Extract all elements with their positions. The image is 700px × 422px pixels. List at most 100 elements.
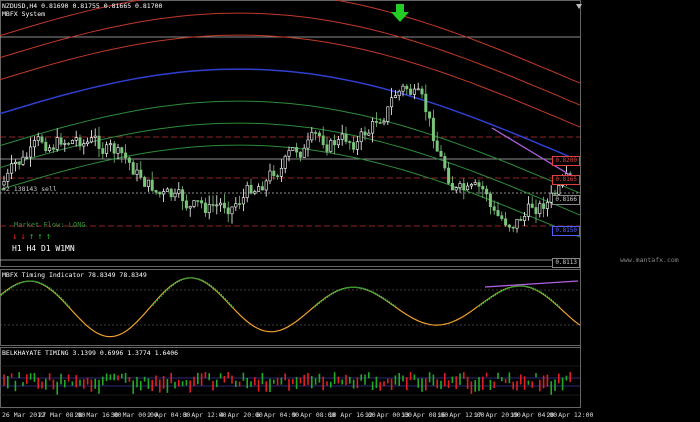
candle-body (188, 206, 192, 209)
candle-body (420, 88, 424, 95)
candle-body (492, 206, 496, 211)
green-up-arrow-icon: ↑ (28, 232, 35, 242)
candle-body (139, 169, 143, 178)
candle-body (74, 137, 78, 141)
candle-body (496, 210, 500, 216)
candle-body (393, 95, 397, 98)
timeframe-arrows: ↓ ↓ ↑ ↑ ↑ (12, 232, 54, 242)
candle-body (112, 143, 116, 154)
candle-body (416, 88, 420, 91)
candle-body (428, 111, 432, 119)
candle-body (325, 144, 329, 152)
candle-body (431, 117, 435, 142)
green-down-arrow-icon (391, 4, 409, 22)
candle-body (97, 135, 101, 149)
candle-body (526, 203, 530, 217)
candle-body (234, 203, 238, 208)
divergence-line-timing (484, 280, 579, 288)
candle-body (211, 204, 215, 206)
chart-canvas[interactable] (0, 0, 700, 422)
candle-body (264, 180, 268, 191)
candle-body (13, 161, 17, 164)
system-name-label: MBFX System (2, 10, 46, 18)
candle-body (184, 200, 188, 209)
tf-h1: H1 (12, 244, 22, 253)
candle-body (272, 170, 276, 177)
candle-body (359, 131, 363, 143)
candle-body (10, 163, 14, 174)
candle-body (302, 147, 306, 158)
candle-body (158, 191, 162, 195)
time-axis-label: 20 Apr 12:00 (546, 411, 594, 419)
candle-body (93, 135, 97, 138)
candle-body (348, 141, 352, 143)
candle-body (177, 189, 181, 194)
candle-body (143, 177, 147, 187)
candle-body (317, 132, 321, 137)
candle-body (82, 143, 86, 147)
upper-band-1 (0, 34, 581, 128)
candle-body (25, 156, 29, 159)
candle-body (29, 146, 33, 158)
price-tag-2: 0.8165 (552, 175, 580, 185)
candle-body (295, 147, 299, 153)
red-down-arrow-icon: ↓ (12, 232, 18, 242)
candle-body (515, 219, 519, 229)
candle-body (336, 139, 340, 146)
price-tag-5: 0.8113 (552, 258, 580, 268)
candle-body (439, 150, 443, 157)
candle-body (511, 226, 515, 229)
price-tag-4: 0.8150 (552, 226, 580, 236)
green-up-arrow-icon: ↑ (37, 232, 43, 242)
upper-band-3 (0, 0, 581, 84)
sell-order-label[interactable]: #2 138143 sell (2, 185, 57, 193)
candle-body (154, 190, 158, 193)
candle-body (44, 141, 48, 152)
candle-body (257, 186, 261, 192)
candle-body (124, 152, 128, 159)
candle-body (390, 97, 394, 108)
candle-body (173, 192, 177, 198)
candle-body (226, 207, 230, 215)
candle-body (534, 207, 538, 214)
candle-body (367, 132, 371, 136)
candle-body (260, 186, 264, 191)
candle-body (253, 191, 257, 194)
mt4-chart-window[interactable]: { "main_panel": { "symbol_line": "NZDUSD… (0, 0, 700, 422)
candle-body (146, 179, 150, 187)
candle-body (165, 188, 169, 192)
candle-body (241, 197, 245, 205)
candle-body (340, 133, 344, 140)
candle-body (101, 148, 105, 154)
candle-body (268, 170, 272, 182)
candle-body (321, 135, 325, 146)
candle-body (162, 191, 166, 195)
candle-body (51, 147, 55, 150)
candle-body (542, 203, 546, 209)
candle-body (245, 185, 249, 198)
timing-indicator-label: MBFX Timing Indicator 78.8349 78.8349 (2, 271, 147, 279)
candle-body (283, 155, 287, 169)
candle-body (200, 200, 204, 204)
candle-body (523, 216, 527, 221)
candle-body (55, 137, 59, 150)
candle-body (557, 185, 561, 195)
price-tag-3: 0.8166 (552, 195, 580, 205)
shift-marker-icon (576, 4, 582, 9)
candle-body (48, 147, 52, 152)
candle-body (238, 203, 242, 205)
candle-body (40, 136, 44, 143)
candle-body (507, 224, 511, 228)
candle-body (306, 139, 310, 149)
candle-body (412, 88, 416, 95)
candle-body (538, 203, 542, 214)
green-up-arrow-icon: ↑ (45, 232, 52, 242)
candle-body (504, 218, 508, 226)
candle-body (6, 172, 10, 182)
candle-body (32, 140, 36, 148)
tf-h4: H4 (26, 244, 37, 253)
candle-body (352, 142, 356, 150)
candle-body (386, 106, 390, 122)
market-flow-label: Market Flow: LONG (14, 221, 86, 229)
candle-body (120, 147, 124, 154)
